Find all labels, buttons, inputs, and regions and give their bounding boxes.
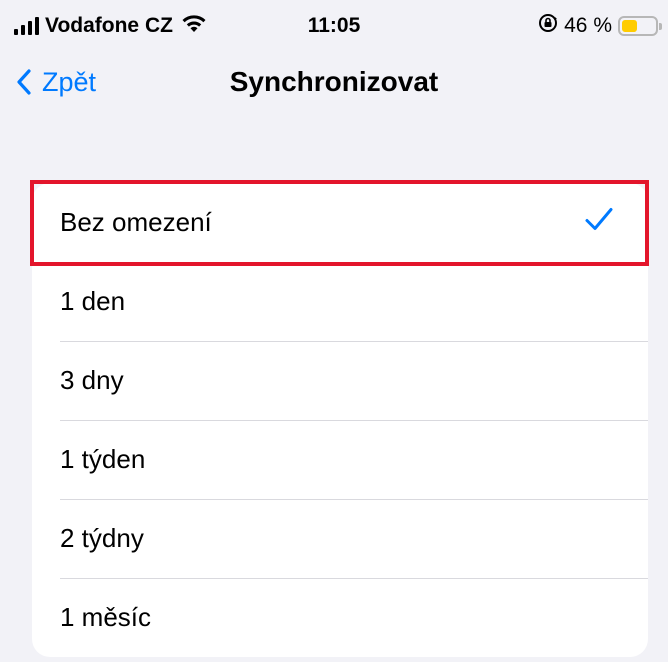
option-row-no-limit[interactable]: Bez omezení — [32, 183, 648, 262]
option-row-1-week[interactable]: 1 týden — [32, 420, 648, 499]
battery-icon — [618, 16, 662, 36]
option-label: 1 měsíc — [60, 602, 152, 632]
option-label: 1 týden — [60, 444, 146, 474]
page-title: Synchronizovat — [229, 66, 439, 97]
option-row-1-day[interactable]: 1 den — [32, 262, 648, 341]
option-row-1-month[interactable]: 1 měsíc — [32, 578, 648, 657]
battery-percent: 46 % — [564, 14, 612, 37]
option-label: 3 dny — [60, 365, 124, 395]
option-label: Bez omezení — [60, 207, 212, 237]
status-right: 46 % — [538, 12, 662, 40]
orientation-lock-icon — [538, 13, 558, 39]
option-row-3-days[interactable]: 3 dny — [32, 341, 648, 420]
checkmark-icon — [584, 206, 614, 239]
option-label: 2 týdny — [60, 523, 144, 553]
status-bar: Vodafone CZ 11:05 46 % — [0, 0, 668, 52]
sync-period-list: Bez omezení 1 den 3 dny 1 týden 2 týdny … — [32, 183, 648, 657]
navigation-bar: Zpět Synchronizovat — [0, 52, 668, 112]
option-row-2-weeks[interactable]: 2 týdny — [32, 499, 648, 578]
option-label: 1 den — [60, 286, 126, 316]
